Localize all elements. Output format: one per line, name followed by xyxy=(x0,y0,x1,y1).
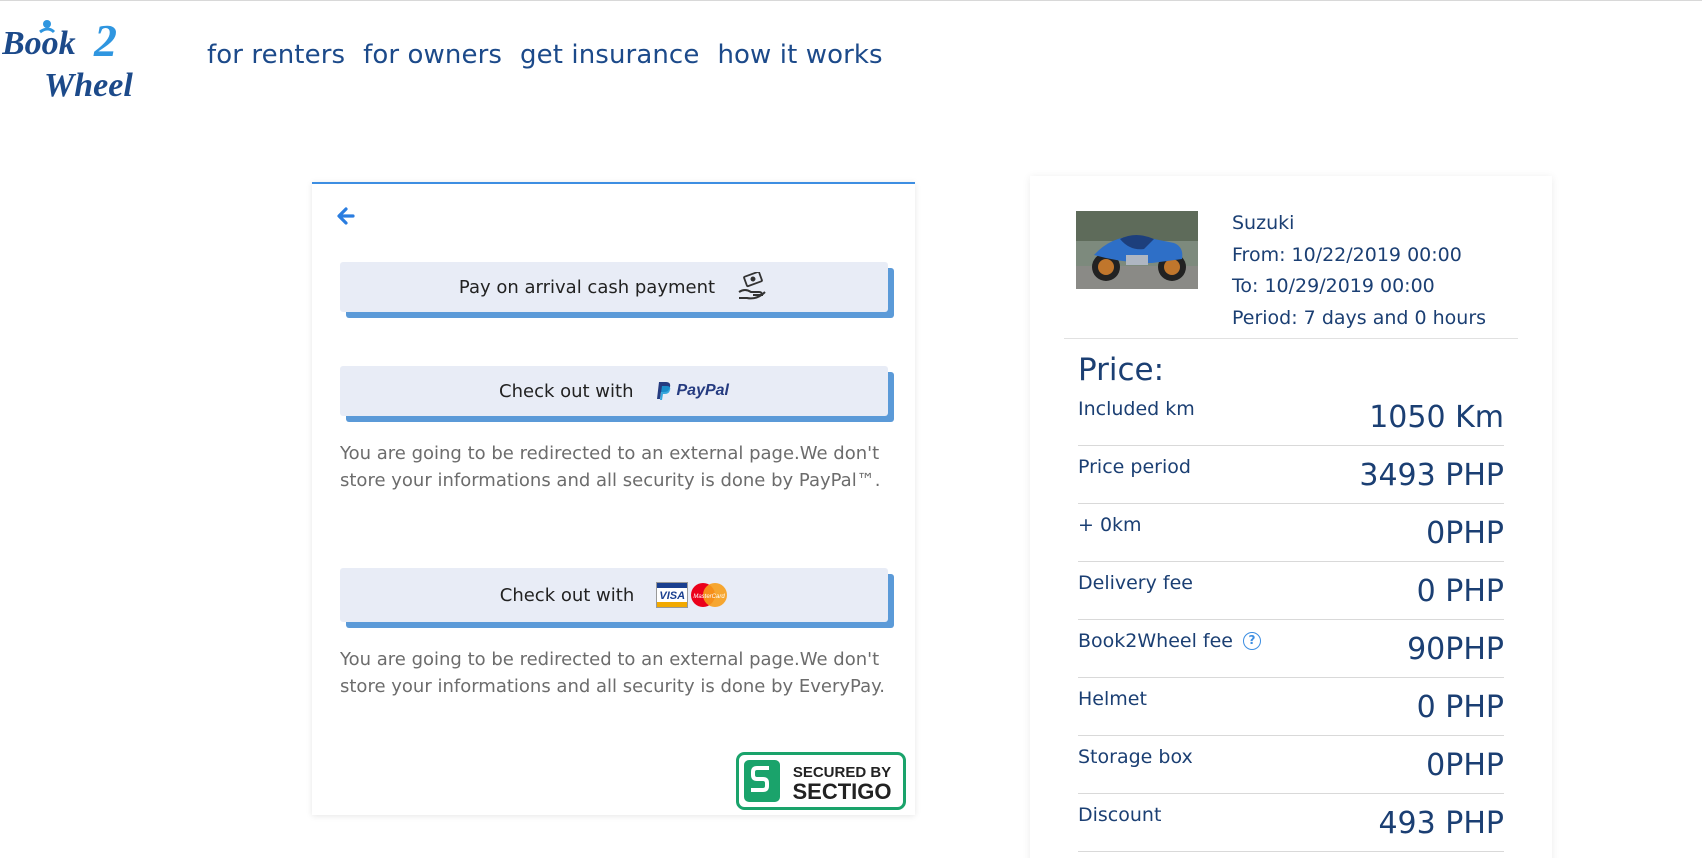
top-divider xyxy=(0,0,1702,1)
price-value: 493 PHP xyxy=(1378,806,1504,841)
booking-details: Suzuki From: 10/22/2019 00:00 To: 10/29/… xyxy=(1232,208,1486,334)
svg-text:MasterCard: MasterCard xyxy=(694,594,726,600)
card-checkout-label: Check out with xyxy=(499,584,635,606)
price-value: 0PHP xyxy=(1426,748,1504,783)
svg-text:SECTIGO: SECTIGO xyxy=(792,779,891,804)
price-label: Included km xyxy=(1078,398,1195,420)
svg-text:Book: Book xyxy=(2,25,76,62)
price-value: 1050 Km xyxy=(1369,400,1504,435)
nav-how-it-works[interactable]: how it works xyxy=(717,40,882,70)
price-value: 3493 PHP xyxy=(1359,458,1504,493)
price-label: Price period xyxy=(1078,456,1191,478)
price-label-with-help: Book2Wheel fee ? xyxy=(1078,620,1261,652)
back-arrow-icon[interactable] xyxy=(336,206,356,226)
paypal-checkout-button[interactable]: Check out with PayPal xyxy=(340,366,888,416)
main-nav: for renters for owners get insurance how… xyxy=(207,40,901,70)
payment-card: Pay on arrival cash payment Check out wi… xyxy=(312,182,915,815)
price-row-delivery-fee: Delivery fee 0 PHP xyxy=(1078,562,1504,620)
paypal-wordmark: PayPal xyxy=(676,382,729,399)
price-label: Storage box xyxy=(1078,746,1193,768)
price-row-discount: Discount 493 PHP xyxy=(1078,794,1504,852)
paypal-p-icon xyxy=(656,382,670,400)
book2wheel-logo[interactable]: Book 2 Wheel xyxy=(2,14,142,104)
price-label: Discount xyxy=(1078,804,1162,826)
price-value: 0PHP xyxy=(1426,516,1504,551)
help-icon[interactable]: ? xyxy=(1242,632,1261,650)
visa-logo: VISA xyxy=(656,582,689,608)
booking-period: Period: 7 days and 0 hours xyxy=(1232,306,1487,329)
svg-text:2: 2 xyxy=(93,15,117,66)
pay-on-arrival-label: Pay on arrival cash payment xyxy=(458,276,716,298)
sectigo-badge: SECURED BY SECTIGO xyxy=(736,752,906,810)
mastercard-logo: MasterCard xyxy=(691,583,728,607)
price-value: 0 PHP xyxy=(1416,574,1504,609)
price-label: Book2Wheel fee xyxy=(1078,630,1233,652)
pay-on-arrival-button[interactable]: Pay on arrival cash payment xyxy=(340,262,888,312)
everypay-redirect-note: You are going to be redirected to an ext… xyxy=(340,649,885,697)
cash-hand-icon xyxy=(738,272,766,300)
svg-text:Wheel: Wheel xyxy=(44,67,133,104)
card-logos: VISA MasterCard xyxy=(656,581,728,609)
price-value: 90PHP xyxy=(1407,632,1504,667)
card-checkout-button[interactable]: Check out with VISA MasterCard xyxy=(340,568,888,622)
paypal-logo: PayPal xyxy=(656,381,729,401)
price-label: + 0km xyxy=(1078,514,1142,536)
price-heading: Price: xyxy=(1078,352,1165,388)
booking-to: To: 10/29/2019 00:00 xyxy=(1232,275,1435,297)
nav-for-owners[interactable]: for owners xyxy=(363,40,502,70)
price-row-included-km: Included km 1050 Km xyxy=(1078,388,1504,446)
booking-from: From: 10/22/2019 00:00 xyxy=(1232,243,1462,266)
booking-summary-card: Suzuki From: 10/22/2019 00:00 To: 10/29/… xyxy=(1030,176,1552,858)
price-row-extra-km: + 0km 0PHP xyxy=(1078,504,1504,562)
price-label: Helmet xyxy=(1078,688,1147,710)
price-row-helmet: Helmet 0 PHP xyxy=(1078,678,1504,736)
nav-for-renters[interactable]: for renters xyxy=(207,40,345,70)
price-label: Delivery fee xyxy=(1078,572,1193,594)
nav-get-insurance[interactable]: get insurance xyxy=(520,40,699,70)
paypal-redirect-note: You are going to be redirected to an ext… xyxy=(340,443,881,491)
price-row-storage-box: Storage box 0PHP xyxy=(1078,736,1504,794)
price-row-book2wheel-fee: Book2Wheel fee ? 90PHP xyxy=(1078,620,1504,678)
summary-divider xyxy=(1064,338,1518,339)
price-row-price-period: Price period 3493 PHP xyxy=(1078,446,1504,504)
paypal-checkout-label: Check out with xyxy=(499,380,634,402)
bike-name: Suzuki xyxy=(1232,212,1295,234)
price-value: 0 PHP xyxy=(1416,690,1504,725)
motorcycle-photo[interactable] xyxy=(1076,211,1198,289)
price-breakdown: Included km 1050 Km Price period 3493 PH… xyxy=(1078,388,1504,852)
